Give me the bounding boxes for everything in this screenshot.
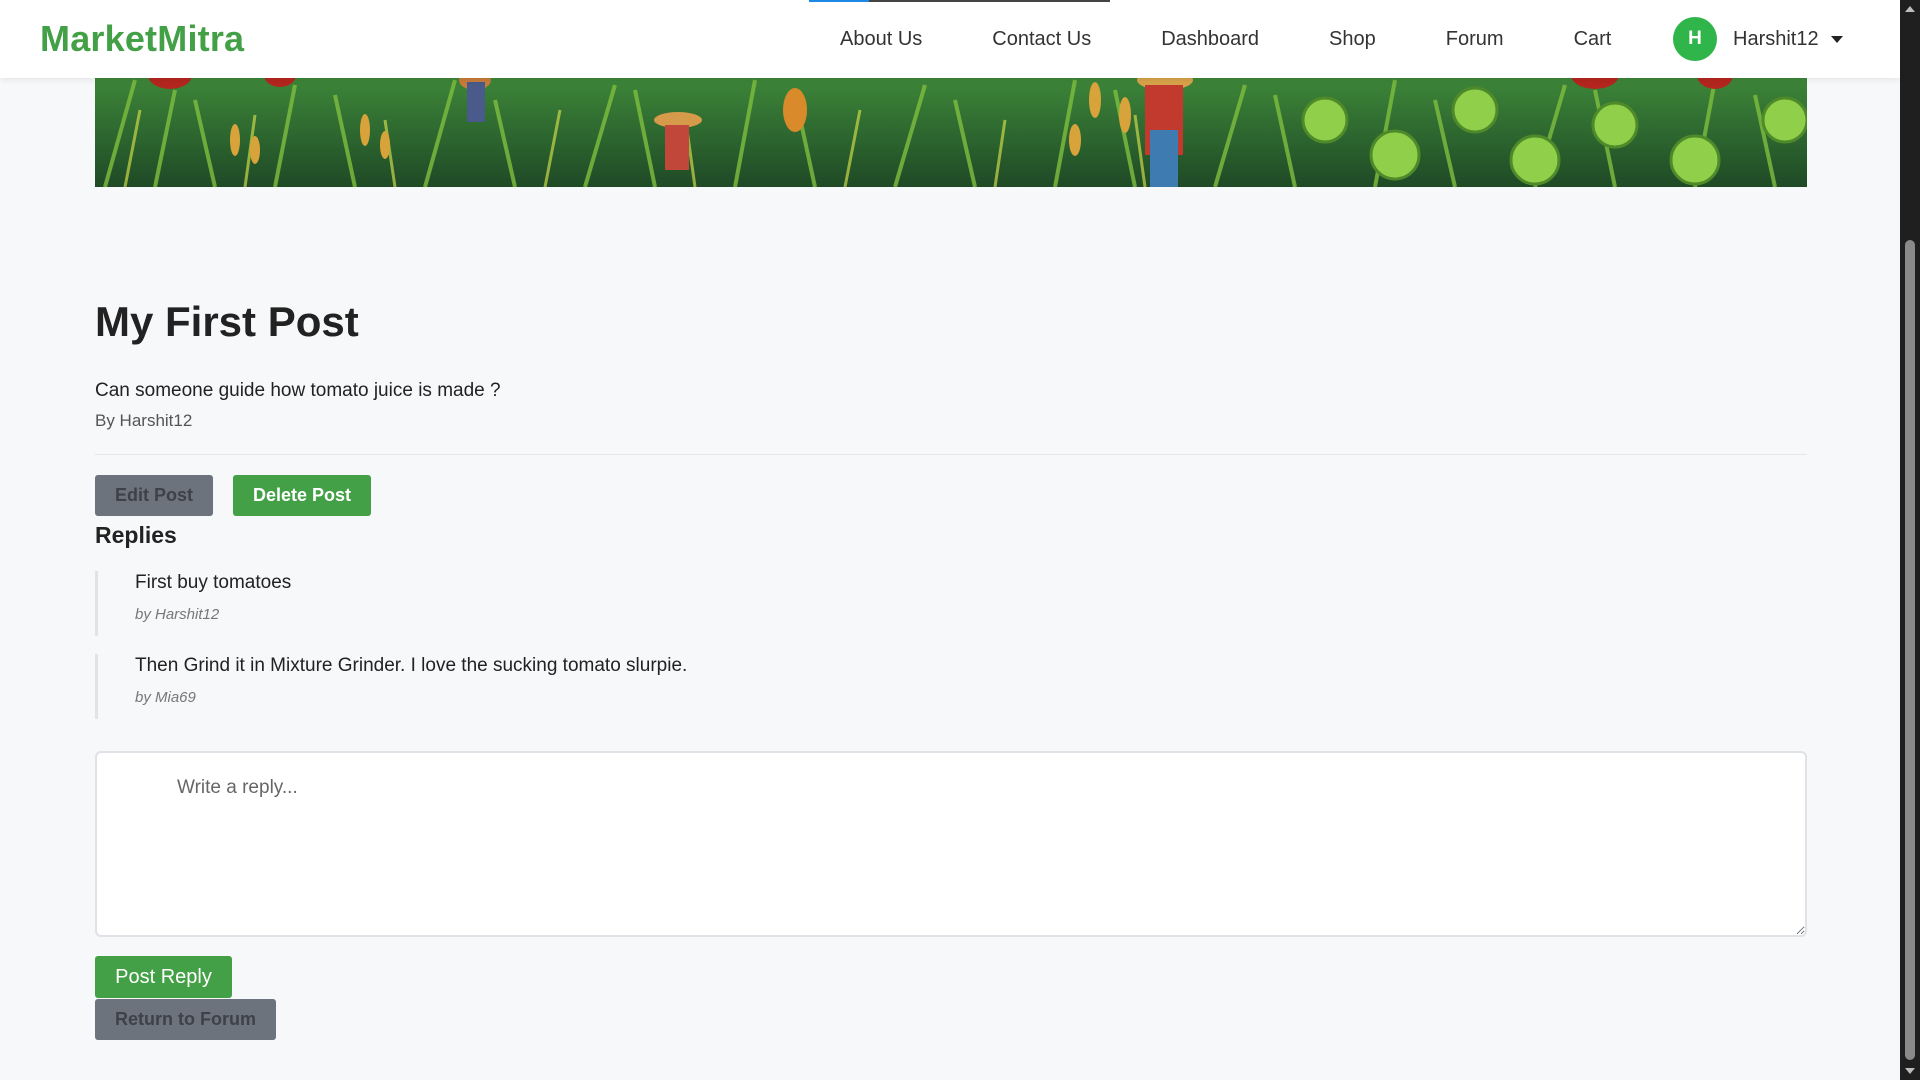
- reply-text: Then Grind it in Mixture Grinder. I love…: [135, 655, 688, 676]
- nav-link-contact-us[interactable]: Contact Us: [992, 28, 1091, 51]
- reply-item: Then Grind it in Mixture Grinder. I love…: [95, 654, 1807, 719]
- nav-link-shop[interactable]: Shop: [1329, 28, 1376, 51]
- post-title: My First Post: [95, 298, 359, 345]
- nav-link-about-us[interactable]: About Us: [840, 28, 922, 51]
- scrollbar-thumb[interactable]: [1905, 240, 1915, 1060]
- navbar: MarketMitra About Us Contact Us Dashboar…: [0, 0, 1900, 78]
- replies-heading: Replies: [95, 522, 177, 548]
- reply-text: First buy tomatoes: [135, 572, 292, 593]
- scrollbar[interactable]: [1900, 0, 1920, 1080]
- banner-image: [95, 70, 1807, 187]
- post-body: Can someone guide how tomato juice is ma…: [95, 380, 501, 401]
- reply-author: by Mia69: [135, 688, 196, 706]
- reply-author: by Harshit12: [135, 605, 220, 623]
- username[interactable]: Harshit12: [1733, 28, 1819, 51]
- nav-link-dashboard[interactable]: Dashboard: [1161, 28, 1259, 51]
- nav-link-cart[interactable]: Cart: [1574, 28, 1612, 51]
- reply-item: First buy tomatoes by Harshit12: [95, 571, 1807, 636]
- farm-illustration: [95, 70, 1807, 187]
- post-author: By Harshit12: [95, 411, 193, 430]
- chevron-down-icon[interactable]: [1830, 35, 1843, 43]
- avatar[interactable]: H: [1673, 17, 1717, 61]
- scroll-up-arrow-icon[interactable]: [1905, 6, 1915, 12]
- edit-post-button[interactable]: Edit Post: [95, 475, 213, 516]
- divider: [95, 454, 1807, 455]
- return-to-forum-button[interactable]: Return to Forum: [95, 999, 276, 1040]
- brand-logo[interactable]: MarketMitra: [40, 18, 244, 60]
- post-reply-button[interactable]: Post Reply: [95, 956, 232, 998]
- scroll-down-arrow-icon[interactable]: [1905, 1068, 1915, 1074]
- nav-link-forum[interactable]: Forum: [1446, 28, 1504, 51]
- user-menu[interactable]: H Harshit12: [1673, 17, 1843, 61]
- nav-links: About Us Contact Us Dashboard Shop Forum…: [805, 0, 1681, 78]
- delete-post-button[interactable]: Delete Post: [233, 475, 371, 516]
- reply-textarea[interactable]: [95, 751, 1807, 937]
